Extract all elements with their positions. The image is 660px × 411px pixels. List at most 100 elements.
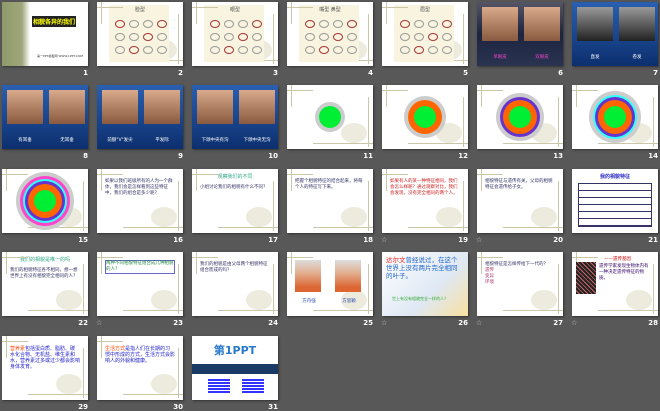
feature-sketch	[157, 20, 167, 28]
slide-thumbnail-19[interactable]: 如果有人的某一种特征相同，我们会怎么样呢？通过观察对比，我们会发现，没有完全相同…	[382, 168, 468, 233]
slide-thumbnail-21[interactable]: 我的相貌特征	[572, 168, 658, 233]
slide-title: 我们的相貌是唯一的吗	[19, 257, 70, 264]
frame-line	[218, 226, 278, 228]
slide-thumbnail-24[interactable]: 我们的相貌是由父母两个相貌特征组合而成的吗？	[192, 252, 278, 317]
slide-number: 18	[363, 235, 373, 244]
slide-thumbnail-31[interactable]: 第1PPT	[192, 335, 278, 400]
slide-title: ——遗传基因	[604, 257, 631, 263]
slide-number: 6	[558, 69, 563, 77]
slide-thumbnail-23[interactable]: 两种不同相貌特征组合成几种相貌的人？	[97, 252, 183, 317]
slide-number: 23	[173, 319, 183, 328]
slide-thumbnail-20[interactable]: 相貌特征与遗传有关，父母的相貌特征会遗传给子女。	[477, 168, 563, 233]
animation-icon[interactable]: ☆	[571, 319, 577, 327]
slide-thumbnail-4[interactable]: 嘴型 鼻型	[287, 2, 373, 66]
slide-thumbnail-22[interactable]: 我们的相貌是唯一的吗我们的相貌特征各不相同，想一想世界上有没有相貌完全相同的人？	[2, 252, 88, 317]
feature-sketch	[238, 46, 248, 54]
photo	[295, 260, 321, 293]
frame-line	[503, 226, 563, 228]
animation-icon[interactable]: ☆	[381, 236, 387, 244]
slide-thumbnail-18[interactable]: 把握个相貌特征的结合起来，将每个人的特征写下来。	[287, 168, 373, 233]
slide-thumbnail-29[interactable]: 营养素包括蛋白质、脂肪、碳水化合物、无机盐、维生素和水，营养素过多或过少都会影响…	[2, 335, 88, 400]
slide-thumbnail-27[interactable]: 相貌特征是怎样传给下一代的？ 遗传 变异 环境	[477, 252, 563, 317]
animation-icon[interactable]: ☆	[381, 319, 387, 327]
slide-thumbnail-3[interactable]: 眼型	[192, 2, 278, 66]
slide-body: 如果有人的某一种特征相同，我们会怎么样呢？通过观察对比，我们会发现，没有完全相同…	[390, 179, 460, 197]
feature-sketch	[238, 33, 248, 41]
slide-thumbnail-16[interactable]: 如果以我们班级所有的人为一个群体，我们会是怎样看到这些特征中，我们的组合是多少呢…	[97, 168, 183, 233]
feature-sketch	[115, 33, 125, 41]
frame-line	[83, 264, 84, 315]
frame-line	[368, 14, 369, 64]
slide-body: 小组讨论我们的相貌有什么不同？	[200, 185, 270, 191]
ring	[509, 106, 531, 129]
body-text: 我们的相貌特征各不相同，想一想世界上有没有相貌完全相同的人？	[10, 268, 78, 280]
floral-decoration	[56, 373, 82, 394]
ring	[34, 189, 56, 212]
slide-thumbnail-1[interactable]: 相貌各异的我们 第一PPT模板网 WWW.1PPT.COM	[2, 2, 88, 66]
floral-decoration	[151, 206, 177, 227]
slide-thumbnail-9[interactable]: 前额"V"发尖 平发际	[97, 85, 183, 150]
slide-thumbnail-6[interactable]: 单眼皮 双眼皮	[477, 2, 563, 66]
slide-thumbnail-17[interactable]: 观察我们的不同 小组讨论我们的相貌有什么不同？	[192, 168, 278, 233]
feature-sketch	[305, 46, 315, 54]
slide-thumbnail-11[interactable]	[287, 85, 373, 150]
slide-thumbnail-28[interactable]: ——遗传基因 遗传学家发现生物体内有一种决定遗传特征的物质。	[572, 252, 658, 317]
slide-thumbnail-7[interactable]: 直发 卷发	[572, 2, 658, 66]
slide-number: 30	[173, 402, 183, 411]
slide-number: 16	[173, 235, 183, 244]
slide-thumbnail-10[interactable]: 下颌中央有沟 下颌中央无沟	[192, 85, 278, 150]
frame-line	[558, 97, 559, 148]
slide-body: 相貌特征是怎样传给下一代的？ 遗传 变异 环境	[485, 262, 555, 286]
photo-caption: 单眼皮	[493, 55, 507, 60]
slide-title: 眼型	[229, 7, 240, 13]
slide-thumbnail-14[interactable]	[572, 85, 658, 150]
animation-icon[interactable]: ☆	[96, 319, 102, 327]
floral-decoration	[151, 290, 177, 311]
frame-line	[83, 180, 84, 231]
feature-sketch	[210, 33, 220, 41]
slide-thumbnail-26[interactable]: 达尔文曾经说过，在这个世界上没有两片完全相同的叶子。 世上有没有相貌完全一样的人？	[382, 252, 468, 317]
slide-body: 相貌特征与遗传有关，父母的相貌特征会遗传给子女。	[485, 179, 555, 191]
photo	[49, 90, 85, 125]
feature-sketch	[400, 46, 410, 54]
frame-line	[598, 310, 658, 312]
photo	[482, 7, 518, 41]
slide-thumbnail-30[interactable]: 生活方式是指人们在长期的习惯中形成的方式，生活方式会影响人的外貌和健康。	[97, 335, 183, 400]
slide-number: 31	[268, 402, 278, 411]
slide-thumbnail-2[interactable]: 脸型	[97, 2, 183, 66]
floral-decoration	[531, 206, 557, 227]
frame-line	[273, 180, 274, 231]
feature-sketch	[238, 20, 248, 28]
floral-decoration	[246, 206, 272, 227]
slide-thumbnail-15[interactable]	[2, 168, 88, 233]
frame-line	[463, 14, 464, 64]
frame-line	[28, 393, 88, 395]
slide-thumbnail-12[interactable]	[382, 85, 468, 150]
animation-icon[interactable]: ☆	[476, 319, 482, 327]
slide-number: 25	[363, 319, 373, 328]
animation-icon[interactable]: ☆	[476, 236, 482, 244]
body-text: 我们的相貌是由父母两个相貌特征组合而成的吗？	[200, 262, 268, 274]
bullet-item: 环境	[485, 280, 494, 286]
feature-sketch	[333, 33, 343, 41]
floral-decoration	[531, 290, 557, 311]
slide-thumbnail-8[interactable]: 有耳垂 无耳垂	[2, 85, 88, 150]
photo-caption: 有耳垂	[18, 138, 32, 144]
feature-sketch	[428, 33, 438, 41]
feature-sketch	[347, 33, 357, 41]
feature-sketch	[428, 20, 438, 28]
slide-number: 28	[648, 319, 658, 328]
feature-sketch	[400, 20, 410, 28]
feature-sketch	[129, 20, 139, 28]
slide-thumbnail-13[interactable]	[477, 85, 563, 150]
feature-sketch	[210, 20, 220, 28]
frame-line	[503, 143, 563, 145]
feature-sketch	[129, 46, 139, 54]
feature-sketch	[319, 33, 329, 41]
slide-body: 营养素包括蛋白质、脂肪、碳水化合物、无机盐、维生素和水，营养素过多或过少都会影响…	[10, 346, 80, 370]
slide-thumbnail-5[interactable]: 眉型	[382, 2, 468, 66]
slide-thumbnail-25[interactable]: 方舟强 方思颖	[287, 252, 373, 317]
feature-sketch	[252, 33, 262, 41]
photo-caption: 无耳垂	[60, 138, 74, 144]
slide-number: 19	[458, 235, 468, 244]
